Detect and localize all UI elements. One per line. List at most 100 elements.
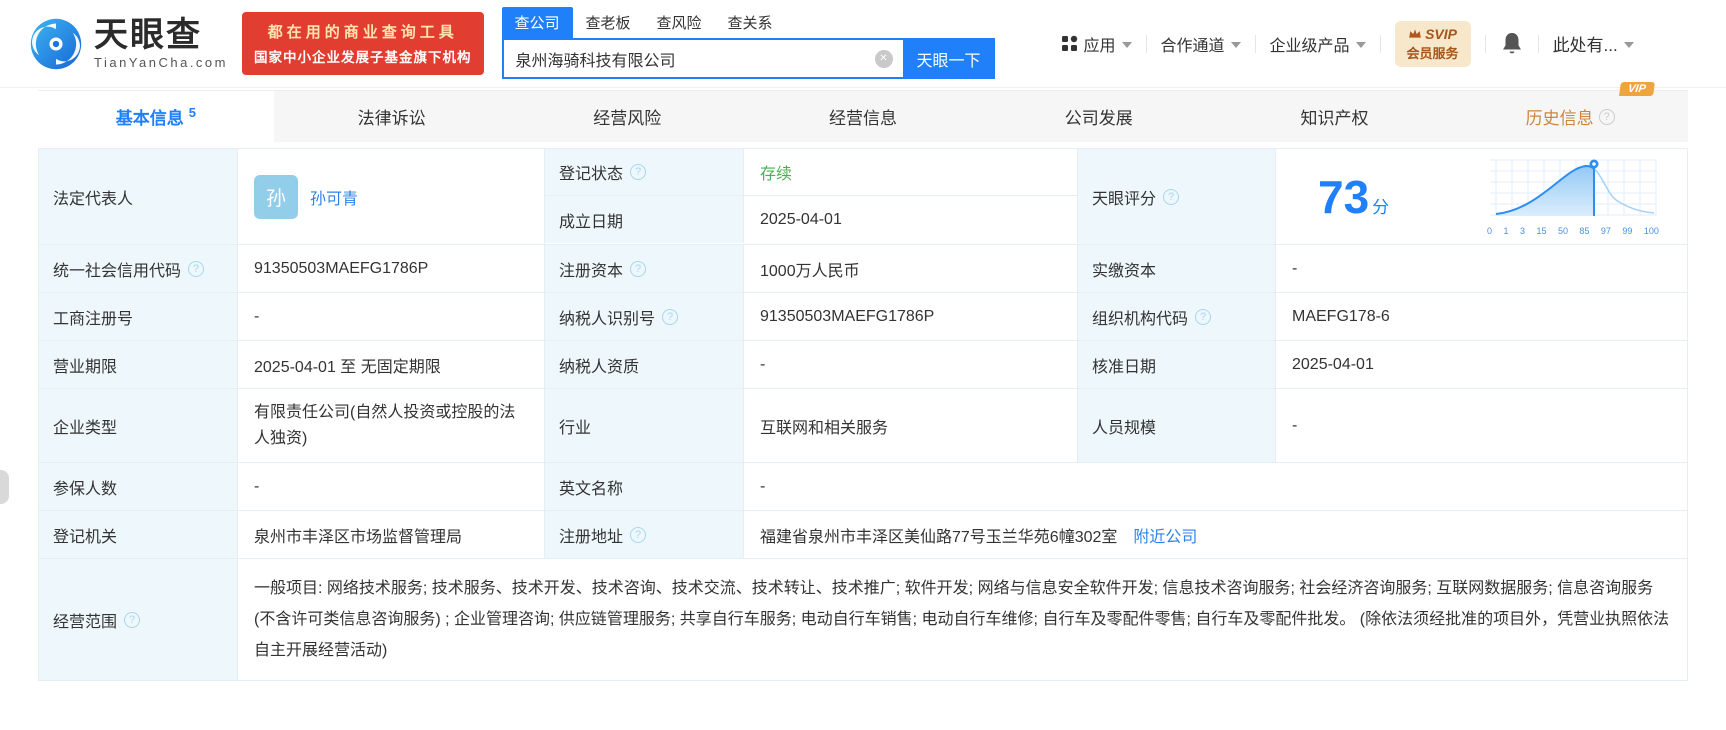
tab-operating-risk[interactable]: 经营风险 [509, 91, 745, 142]
nav-account-more[interactable]: 此处有... [1553, 31, 1634, 56]
help-icon[interactable] [1195, 308, 1212, 325]
field-label-company-type: 企业类型 [39, 389, 238, 462]
nav-apps[interactable]: 应用 [1061, 32, 1132, 56]
crown-icon [1409, 29, 1421, 38]
score-distribution-chart: 01 3 15 50 85 97 99 100 [1485, 158, 1661, 236]
field-label-registration-status: 登记状态 [545, 149, 744, 196]
search-tab-relation[interactable]: 查关系 [715, 7, 786, 38]
help-icon[interactable] [662, 308, 679, 325]
nav-divider [1484, 34, 1486, 53]
field-value-registration-number: - [238, 293, 545, 340]
field-label-registered-capital: 注册资本 [545, 245, 744, 292]
tab-history-label: 历史信息 [1525, 109, 1594, 128]
field-value-credit-code: 91350503MAEFG1786P [238, 245, 545, 292]
field-label-english-name: 英文名称 [545, 463, 744, 510]
field-label-registration-number: 工商注册号 [39, 293, 238, 340]
tianyancha-logo-icon [30, 18, 82, 69]
brand-name: 天眼查 [94, 16, 202, 54]
tab-legal-proceedings[interactable]: 法律诉讼 [274, 91, 510, 142]
vip-badge: VIP [1619, 82, 1656, 96]
help-icon[interactable] [630, 260, 647, 277]
tab-operating-info[interactable]: 经营信息 [745, 91, 981, 142]
clear-search-icon[interactable] [874, 49, 893, 68]
status-badge: 存续 [760, 166, 793, 183]
nav-enterprise-label: 企业级产品 [1269, 37, 1350, 55]
tab-intellectual-property[interactable]: 知识产权 [1217, 91, 1453, 142]
nearby-companies-link[interactable]: 附近公司 [1133, 523, 1197, 547]
registered-address-text: 福建省泉州市丰泽区美仙路77号玉兰华苑6幢302室 [760, 528, 1118, 546]
section-tab-bar: 基本信息 5 法律诉讼 经营风险 经营信息 公司发展 知识产权 VIP 历史信息 [38, 82, 1688, 142]
notifications-bell-icon[interactable] [1500, 31, 1524, 57]
chevron-down-icon [1230, 41, 1241, 48]
nav-channel-label: 合作通道 [1160, 37, 1225, 55]
legal-rep-avatar[interactable]: 孙 [254, 174, 298, 219]
field-label-registered-address: 注册地址 [545, 511, 744, 558]
help-icon[interactable] [188, 260, 205, 277]
field-label-organization-code: 组织机构代码 [1078, 293, 1276, 340]
help-icon[interactable] [124, 611, 141, 628]
search-tab-boss[interactable]: 查老板 [573, 7, 644, 38]
nav-cooperation-channel[interactable]: 合作通道 [1161, 32, 1241, 56]
table-row: 工商注册号 - 纳税人识别号 91350503MAEFG1786P 组织机构代码… [39, 293, 1687, 341]
score-chart-axis: 01 3 15 50 85 97 99 100 [1487, 225, 1659, 236]
nav-apps-label: 应用 [1083, 37, 1116, 55]
legal-rep-name-link[interactable]: 孙可青 [310, 185, 358, 209]
field-value-insured-count: - [238, 463, 545, 510]
field-label-establish-date: 成立日期 [545, 196, 744, 243]
tab-history-info[interactable]: VIP 历史信息 [1452, 82, 1688, 142]
tianyancha-logo[interactable]: 天眼查 TianYanCha.com [28, 16, 228, 72]
tab-basic-info[interactable]: 基本信息 5 [38, 91, 274, 142]
field-label-paid-capital: 实缴资本 [1078, 245, 1276, 292]
table-row: 营业期限 2025-04-01 至 无固定期限 纳税人资质 - 核准日期 202… [39, 341, 1687, 389]
field-label-staff-size: 人员规模 [1078, 389, 1276, 462]
field-label-industry: 行业 [545, 389, 744, 462]
field-value-approval-date: 2025-04-01 [1292, 355, 1374, 373]
chevron-down-icon [1121, 41, 1132, 48]
help-icon[interactable] [1598, 108, 1615, 125]
field-value-registration-authority: 泉州市丰泽区市场监督管理局 [238, 511, 545, 558]
svip-label: SVIP [1425, 25, 1457, 42]
header-nav: 应用 合作通道 企业级产品 SVIP 会员服务 此处有... [1061, 20, 1634, 67]
field-value-organization-code: MAEFG178-6 [1292, 307, 1390, 325]
field-label-tianyan-score: 天眼评分 [1078, 149, 1276, 244]
search-tabs: 查公司 查老板 查风险 查关系 [501, 7, 995, 38]
field-value-business-term: 2025-04-01 至 无固定期限 [238, 341, 545, 388]
search-input[interactable] [503, 40, 903, 77]
table-row: 经营范围 一般项目: 网络技术服务; 技术服务、技术开发、技术咨询、技术交流、技… [39, 559, 1687, 681]
field-value-staff-size: - [1292, 416, 1298, 434]
search-tab-risk[interactable]: 查风险 [644, 7, 715, 38]
nav-divider [1379, 34, 1381, 53]
field-label-credit-code: 统一社会信用代码 [39, 245, 238, 292]
tab-basic-count: 5 [188, 105, 196, 120]
tab-company-development[interactable]: 公司发展 [981, 91, 1217, 142]
field-value-industry: 互联网和相关服务 [744, 389, 1078, 462]
field-value-registered-address: 福建省泉州市丰泽区美仙路77号玉兰华苑6幢302室 附近公司 [744, 511, 1687, 558]
chevron-down-icon [1355, 41, 1366, 48]
nav-divider [1254, 34, 1256, 53]
registration-subcolumn: 登记状态 存续 成立日期 2025-04-01 [545, 149, 1078, 244]
help-icon[interactable] [630, 164, 647, 180]
field-value-legal-representative: 孙 孙可青 [238, 149, 545, 244]
svip-membership-badge[interactable]: SVIP 会员服务 [1394, 20, 1471, 67]
field-label-taxpayer-quality: 纳税人资质 [545, 341, 744, 388]
help-icon[interactable] [1163, 188, 1180, 205]
table-row: 法定代表人 孙 孙可青 登记状态 存续 成立日期 2025-04-01 [39, 149, 1687, 245]
search-button[interactable]: 天眼一下 [902, 38, 995, 79]
nav-enterprise-products[interactable]: 企业级产品 [1270, 32, 1366, 56]
field-value-taxpayer-quality: - [744, 341, 1078, 388]
basic-info-table: 法定代表人 孙 孙可青 登记状态 存续 成立日期 2025-04-01 [38, 148, 1688, 681]
score-unit: 分 [1372, 198, 1390, 217]
search-tab-company[interactable]: 查公司 [501, 7, 573, 38]
field-value-establish-date: 2025-04-01 [744, 196, 1078, 243]
field-label-registration-authority: 登记机关 [39, 511, 238, 558]
table-row: 统一社会信用代码 91350503MAEFG1786P 注册资本 1000万人民… [39, 245, 1687, 293]
help-icon[interactable] [630, 526, 647, 543]
svip-sublabel: 会员服务 [1406, 45, 1459, 61]
nav-divider [1145, 34, 1147, 53]
field-value-taxpayer-id: 91350503MAEFG1786P [744, 293, 1078, 340]
table-row: 登记机关 泉州市丰泽区市场监督管理局 注册地址 福建省泉州市丰泽区美仙路77号玉… [39, 511, 1687, 559]
side-drawer-handle[interactable] [0, 470, 9, 504]
field-value-registration-status: 存续 [744, 149, 1078, 196]
field-value-business-scope: 一般项目: 网络技术服务; 技术服务、技术开发、技术咨询、技术交流、技术转让、技… [254, 580, 1670, 659]
search-area: 查公司 查老板 查风险 查关系 天眼一下 [501, 7, 995, 79]
